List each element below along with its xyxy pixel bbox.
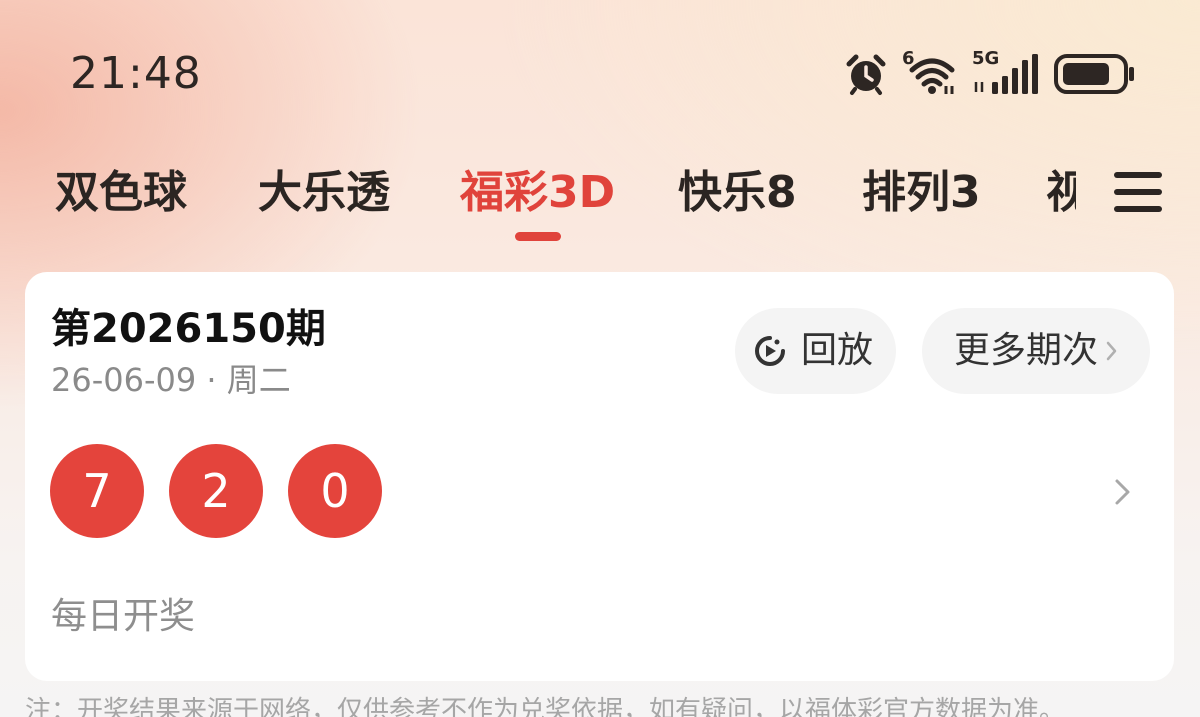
issue-number: 第2026150期: [51, 306, 326, 352]
tab-ssq[interactable]: 双色球: [55, 160, 187, 226]
disclaimer-note: 注：开奖结果来源于网络，仅供参考不作为兑奖依据，如有疑问，以福体彩官方数据为准。: [25, 696, 1066, 717]
alarm-clock-icon: [846, 54, 886, 95]
active-tab-indicator: [515, 232, 561, 241]
lottery-tabs: 双色球 大乐透 福彩3D 快乐8 排列3 视: [0, 160, 1100, 240]
draw-frequency: 每日开奖: [51, 596, 196, 637]
battery-icon: [1054, 54, 1134, 94]
replay-icon: [755, 336, 785, 366]
tab-dlt[interactable]: 大乐透: [258, 160, 390, 226]
wifi-icon: 6: [902, 48, 958, 96]
draw-date: 26-06-09 · 周二: [51, 361, 291, 399]
more-issues-label: 更多期次: [954, 330, 1099, 371]
tab-pl3[interactable]: 排列3: [862, 160, 981, 226]
replay-button[interactable]: 回放: [735, 308, 896, 394]
tab-kl8[interactable]: 快乐8: [678, 160, 797, 226]
more-issues-button[interactable]: 更多期次: [922, 308, 1150, 394]
status-time: 21:48: [70, 48, 202, 99]
tab-partial[interactable]: 视: [1046, 160, 1076, 226]
chevron-right-icon: [1106, 341, 1117, 361]
number-ball: 7: [50, 444, 144, 538]
number-ball: 2: [169, 444, 263, 538]
cellular-signal-icon: 5G: [972, 48, 1040, 96]
status-icons: 6 5G: [844, 48, 1136, 100]
number-ball: 0: [288, 444, 382, 538]
replay-label: 回放: [801, 330, 874, 371]
tab-fc3d[interactable]: 福彩3D: [460, 160, 615, 226]
winning-numbers: 7 2 0: [50, 444, 382, 538]
result-card[interactable]: 第2026150期 26-06-09 · 周二 回放 更多期次 7 2 0 每日…: [25, 272, 1174, 681]
menu-icon[interactable]: [1112, 168, 1164, 216]
chevron-right-icon[interactable]: [1111, 475, 1135, 509]
